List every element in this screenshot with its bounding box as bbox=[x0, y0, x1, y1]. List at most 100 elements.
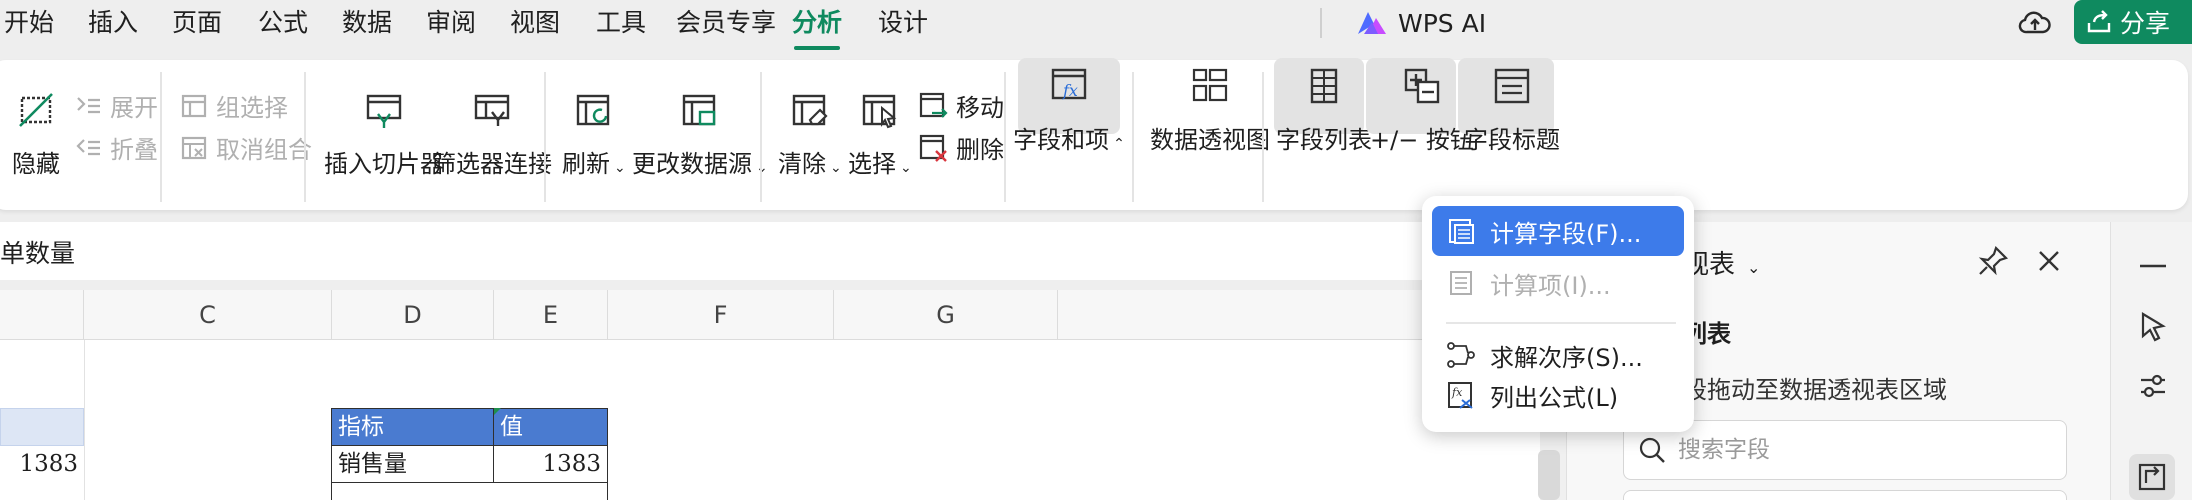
adjust-tool[interactable] bbox=[2133, 366, 2173, 406]
expand-button[interactable]: 展开 bbox=[74, 88, 158, 123]
clear-label: 清除 ⌄ bbox=[778, 150, 842, 178]
table-header-value[interactable]: 值 bbox=[493, 408, 608, 446]
cloud-upload-button[interactable] bbox=[2016, 4, 2054, 42]
tab-data[interactable]: 数据 bbox=[342, 6, 392, 40]
selected-cell[interactable] bbox=[0, 408, 84, 446]
drag-hint: 段拖动至数据透视表区域 bbox=[1683, 376, 1947, 404]
pivot-field-tool[interactable] bbox=[2129, 454, 2175, 500]
pivot-field-icon bbox=[2138, 463, 2166, 491]
hide-label: 隐藏 bbox=[12, 150, 60, 178]
insert-slicer-button[interactable]: 插入切片器 bbox=[324, 86, 444, 179]
pin-panel-button[interactable] bbox=[1976, 244, 2010, 278]
field-list-icon bbox=[1300, 62, 1348, 110]
wps-ai-logo-icon bbox=[1358, 12, 1386, 34]
tab-analyze[interactable]: 分析 bbox=[792, 6, 842, 50]
ribbon-divider bbox=[1132, 72, 1134, 202]
pivot-chart-label: 数据透视图 bbox=[1150, 126, 1270, 154]
filter-connection-button[interactable]: 筛选器连接 bbox=[432, 86, 552, 179]
tab-review[interactable]: 审阅 bbox=[426, 6, 476, 40]
pivot-chart-button[interactable]: 数据透视图 bbox=[1150, 62, 1270, 155]
expand-label: 展开 bbox=[110, 94, 158, 122]
minimize-button[interactable] bbox=[2133, 246, 2173, 286]
column-header-d[interactable]: D bbox=[332, 290, 494, 340]
tab-formula[interactable]: 公式 bbox=[258, 6, 308, 40]
cloud-upload-icon bbox=[2018, 11, 2051, 34]
clear-button[interactable]: 清除 ⌄ bbox=[778, 86, 842, 179]
fields-items-content[interactable]: fx 字段和项 ⌃ bbox=[1013, 62, 1125, 155]
insert-slicer-label: 插入切片器 bbox=[324, 150, 444, 178]
move-icon bbox=[919, 92, 948, 118]
ribbon-divider bbox=[160, 72, 162, 202]
pin-icon bbox=[1978, 245, 2009, 276]
tab-tools[interactable]: 工具 bbox=[596, 6, 646, 40]
refresh-button[interactable]: 刷新 ⌄ bbox=[562, 86, 626, 179]
solve-order-icon bbox=[1447, 342, 1475, 368]
formula-bar-text: 单数量 bbox=[0, 239, 76, 268]
move-button[interactable]: 移动 bbox=[918, 88, 1004, 123]
close-icon bbox=[2039, 251, 2059, 271]
formula-bar[interactable]: 单数量 bbox=[0, 222, 1440, 280]
list-formulas-label: 列出公式(L) bbox=[1490, 383, 1619, 412]
tab-start[interactable]: 开始 bbox=[4, 6, 54, 40]
hide-button[interactable]: 隐藏 bbox=[12, 86, 60, 179]
share-icon bbox=[2087, 10, 2111, 33]
column-header-c[interactable]: C bbox=[84, 290, 332, 340]
plus-minus-icon bbox=[1398, 62, 1446, 110]
svg-text:fx: fx bbox=[1062, 81, 1078, 100]
tab-design[interactable]: 设计 bbox=[878, 6, 928, 40]
column-header-e[interactable]: E bbox=[494, 290, 608, 340]
group-select-button[interactable]: 组选择 bbox=[180, 88, 288, 123]
fields-items-dropdown: 计算字段(F)... 计算项(I)... 求解次序(S)... fx 列出公式(… bbox=[1422, 196, 1694, 432]
menu-item-list-formulas[interactable]: fx 列出公式(L) bbox=[1432, 368, 1684, 422]
move-label: 移动 bbox=[956, 94, 1004, 122]
tab-member[interactable]: 会员专享 bbox=[676, 6, 776, 40]
search-input[interactable] bbox=[1678, 437, 2038, 463]
ribbon-divider bbox=[1262, 72, 1264, 202]
sliders-icon bbox=[2141, 374, 2165, 398]
tab-view[interactable]: 视图 bbox=[510, 6, 560, 40]
pivot-chart-icon bbox=[1186, 62, 1234, 110]
field-list-box[interactable] bbox=[1623, 490, 2067, 500]
minus-icon bbox=[2140, 264, 2166, 268]
tab-insert[interactable]: 插入 bbox=[88, 6, 138, 40]
field-search[interactable] bbox=[1623, 420, 2067, 480]
calculated-item-icon bbox=[1450, 271, 1472, 295]
change-source-icon bbox=[676, 86, 724, 134]
search-icon bbox=[1639, 437, 1665, 463]
menu-item-calculated-item[interactable]: 计算项(I)... bbox=[1432, 258, 1684, 308]
field-list-button[interactable]: 字段列表 bbox=[1276, 62, 1372, 155]
calculated-field-icon bbox=[1449, 219, 1474, 244]
right-toolbar bbox=[2110, 222, 2192, 500]
panel-title[interactable]: 视表 ⌄ bbox=[1683, 244, 1760, 281]
ribbon-divider bbox=[1004, 72, 1006, 202]
tab-page[interactable]: 页面 bbox=[172, 6, 222, 40]
menu-item-calculated-field[interactable]: 计算字段(F)... bbox=[1432, 206, 1684, 256]
column-header-f[interactable]: F bbox=[608, 290, 834, 340]
table-header-indicator[interactable]: 指标 bbox=[331, 408, 494, 446]
table-cell-label[interactable]: 销售量 bbox=[331, 445, 494, 483]
field-list-label: 字段列表 bbox=[1276, 126, 1372, 154]
calculated-item-label: 计算项(I)... bbox=[1490, 271, 1611, 300]
select-button[interactable]: 选择 ⌄ bbox=[848, 86, 912, 179]
share-button[interactable]: 分享 bbox=[2074, 0, 2192, 44]
cell-value[interactable]: 1383 bbox=[0, 446, 84, 482]
delete-label: 删除 bbox=[956, 136, 1004, 164]
close-panel-button[interactable] bbox=[2032, 244, 2066, 278]
select-pointer-tool[interactable] bbox=[2133, 306, 2173, 346]
column-header-b[interactable] bbox=[0, 290, 84, 340]
change-source-label: 更改数据源⌄ bbox=[632, 150, 768, 178]
table-cell-value[interactable]: 1383 bbox=[493, 445, 608, 483]
spreadsheet-grid[interactable]: C D E F G 1383 指标 值 销售量 1383 bbox=[0, 290, 1540, 500]
select-icon bbox=[856, 86, 904, 134]
filter-connection-icon bbox=[468, 86, 516, 134]
ribbon-divider bbox=[304, 72, 306, 202]
collapse-button[interactable]: 折叠 bbox=[74, 130, 158, 165]
delete-button[interactable]: 删除 bbox=[918, 130, 1004, 165]
wps-ai-button[interactable]: WPS AI bbox=[1356, 4, 1486, 42]
calculated-field-label: 计算字段(F)... bbox=[1490, 219, 1642, 248]
field-header-button[interactable]: 字段标题 bbox=[1464, 62, 1560, 155]
change-source-button[interactable]: 更改数据源⌄ bbox=[632, 86, 768, 179]
ungroup-button[interactable]: 取消组合 bbox=[180, 130, 312, 165]
scrollbar-thumb[interactable] bbox=[1538, 450, 1560, 500]
column-header-g[interactable]: G bbox=[834, 290, 1058, 340]
